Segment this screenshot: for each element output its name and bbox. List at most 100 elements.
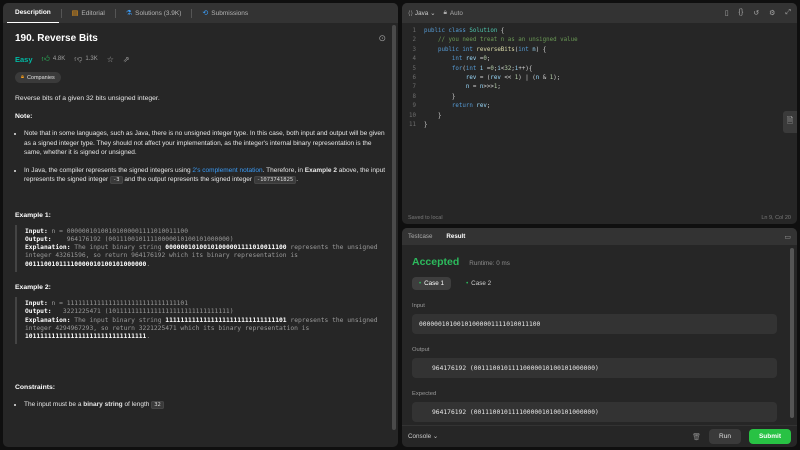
language-select[interactable]: ⟨⟩ Java ⌄ — [408, 10, 436, 17]
companies-label: Companies — [26, 74, 55, 81]
ex-bold: 00111001011110000010100101000000 — [25, 260, 147, 268]
editorial-icon: ▤ — [71, 10, 79, 17]
note-text: and the output represents the signed int… — [122, 176, 254, 183]
dislike-button[interactable]: 👎︎ 1.3K — [74, 54, 97, 64]
difficulty-badge: Easy — [15, 54, 33, 64]
case-label: Case 1 — [424, 280, 445, 287]
reset-icon[interactable]: ↺ — [753, 9, 759, 17]
autocomplete-toggle[interactable]: 🔒︎ Auto — [444, 9, 463, 17]
like-button[interactable]: 👍︎ 4.8K — [42, 54, 66, 64]
constraints-heading: Constraints: — [15, 384, 56, 392]
tab-solutions[interactable]: ⚗ Solutions (3.9K) — [118, 3, 190, 23]
settings-icon[interactable]: ⚙ — [769, 9, 775, 17]
collapse-icon[interactable]: ▭ — [784, 233, 791, 241]
output-value: 964176192 (00111001011110000010100101000… — [412, 358, 777, 378]
pass-dot-icon: • — [419, 280, 422, 287]
code-area[interactable]: 1 public class Solution { 2 // you need t… — [402, 27, 797, 130]
ex-bold: 00000010100101000001111010011100 — [165, 244, 287, 252]
constraint-bold: binary string — [83, 401, 123, 409]
problem-statement: Reverse bits of a given 32 bits unsigned… — [15, 95, 160, 102]
runtime-label: Runtime: 0 ms — [469, 260, 510, 267]
tab-submissions[interactable]: ⟲ Submissions — [194, 3, 256, 23]
description-scrollbar[interactable] — [392, 25, 396, 430]
ex-value: The input binary string — [70, 244, 166, 252]
line-number: 8 — [412, 93, 417, 100]
note-text: . — [296, 176, 299, 183]
document-icon[interactable]: 🗎 — [783, 111, 797, 133]
ex-value: . — [146, 260, 151, 268]
notes-list: Note that in some languages, such as Jav… — [15, 129, 386, 186]
line-number: 11 — [409, 122, 416, 129]
input-value: 00000010100101000001111010011100 — [412, 314, 777, 334]
run-button[interactable]: Run — [709, 429, 741, 444]
share-icon[interactable]: ⇗ — [123, 55, 130, 64]
result-tabbar: Testcase Result ▭ — [402, 228, 797, 245]
console-toggle[interactable]: Console ⌄ — [408, 433, 438, 440]
result-scrollbar[interactable] — [790, 248, 794, 418]
tab-divider — [60, 8, 62, 18]
thumbs-down-icon: 👎︎ — [74, 54, 83, 63]
line-number: 9 — [412, 103, 417, 110]
mode-label: Auto — [449, 9, 463, 17]
editor-footer: Saved to local Ln 9, Col 20 — [408, 215, 791, 221]
result-status: Accepted — [412, 256, 460, 268]
tab-solutions-label: Solutions (3.9K) — [135, 9, 182, 17]
ex-value: 964176192 (00111001011110000010100101000… — [51, 235, 234, 243]
ex-value: . — [146, 333, 151, 341]
tab-divider — [191, 8, 193, 18]
ex-label: Output: — [25, 235, 52, 243]
result-body: Accepted Runtime: 0 ms • Case 1 • Case 2 I… — [412, 256, 777, 422]
bookmark-icon[interactable]: ▯ — [725, 9, 729, 17]
line-number: 5 — [412, 65, 417, 72]
line-number: 6 — [412, 75, 417, 82]
problem-title: 190. Reverse Bits — [15, 33, 98, 44]
note-item: In Java, the compiler represents the sig… — [24, 166, 386, 186]
tab-description[interactable]: Description — [7, 3, 59, 23]
ex-value: 3221225471 (1011111111111111111111111111… — [51, 308, 234, 316]
ex-label: Input: — [25, 299, 48, 307]
example2-block: Input: n = 11111111111111111111111111111… — [15, 296, 386, 345]
companies-chip[interactable]: 🔒︎ Companies — [15, 72, 61, 83]
braces-icon[interactable]: {} — [739, 9, 744, 17]
pass-dot-icon: • — [466, 280, 469, 287]
expand-icon[interactable]: ⤢ — [785, 9, 791, 17]
case-2-tab[interactable]: • Case 2 — [459, 277, 498, 290]
tab-editorial[interactable]: ▤ Editorial — [64, 3, 113, 23]
code-editor-panel: ⟨⟩ Java ⌄ 🔒︎ Auto ▯ {} ↺ ⚙ ⤢ 1 public class … — [402, 3, 797, 224]
lock-icon: 🔒︎ — [21, 74, 24, 80]
tab-testcase[interactable]: Testcase — [408, 233, 432, 240]
submit-button[interactable]: Submit — [748, 429, 791, 444]
line-number: 4 — [412, 56, 417, 63]
console-label: Console — [408, 433, 432, 440]
trash-icon[interactable]: 🗑︎ — [692, 433, 701, 441]
tab-submissions-label: Submissions — [211, 9, 249, 17]
case-tabs: • Case 1 • Case 2 — [412, 277, 777, 290]
expected-label: Expected — [412, 391, 437, 397]
constraints-list: The input must be a binary string of len… — [15, 400, 386, 411]
star-icon[interactable]: ☆ — [107, 55, 114, 64]
save-status: Saved to local — [408, 215, 443, 221]
inline-code: -1073741825 — [253, 176, 297, 184]
like-count: 4.8K — [52, 56, 66, 62]
description-content: 190. Reverse Bits ⊙ Easy 👍︎ 4.8K 👎︎ 1.3K ☆… — [3, 23, 398, 447]
tab-result[interactable]: Result — [446, 233, 465, 240]
editor-toolbar: ⟨⟩ Java ⌄ 🔒︎ Auto ▯ {} ↺ ⚙ ⤢ — [402, 3, 797, 23]
example1-heading: Example 1: — [15, 211, 51, 219]
result-footer: Console ⌄ 🗑︎ Run Submit — [402, 425, 797, 447]
case-1-tab[interactable]: • Case 1 — [412, 277, 452, 290]
note-heading: Note: — [15, 113, 33, 120]
inline-code: 32 — [151, 401, 164, 410]
note-text: In Java, the compiler represents the sig… — [24, 166, 193, 174]
chevron-down-icon: ⌄ — [430, 9, 436, 17]
tab-description-label: Description — [15, 9, 51, 16]
ex-label: Input: — [25, 227, 48, 235]
line-number: 7 — [412, 84, 417, 91]
timer-icon[interactable]: ⊙ — [378, 33, 386, 44]
line-number: 10 — [409, 112, 416, 119]
constraint-item: The input must be a binary string of len… — [24, 400, 386, 411]
code-icon: ⟨⟩ — [408, 9, 413, 17]
result-panel: Testcase Result ▭ Accepted Runtime: 0 ms… — [402, 228, 797, 447]
complement-link[interactable]: 2's complement notation — [192, 167, 262, 174]
ex-label: Explanation: — [25, 316, 71, 324]
tab-divider — [114, 8, 116, 18]
